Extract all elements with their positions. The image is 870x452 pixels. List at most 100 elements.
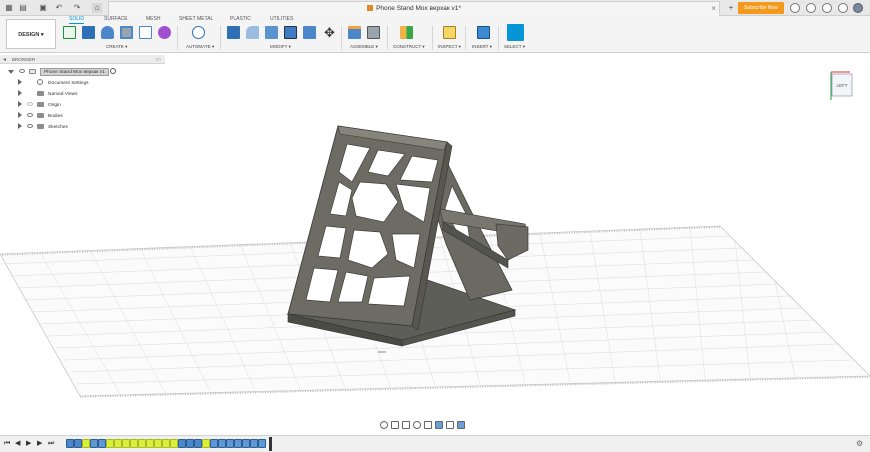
offset-plane-icon[interactable] — [400, 26, 413, 39]
visibility-eye-icon[interactable] — [19, 69, 25, 73]
browser-node-bodies[interactable]: Bodies — [18, 112, 63, 121]
expand-arrow-icon[interactable] — [18, 90, 22, 96]
look-at-icon[interactable] — [402, 421, 410, 429]
viewports-icon[interactable] — [457, 421, 465, 429]
form-icon[interactable] — [158, 26, 171, 39]
timeline-feature-icon[interactable] — [194, 439, 202, 448]
expand-arrow-icon[interactable] — [18, 112, 22, 118]
timeline-feature-icon[interactable] — [154, 439, 162, 448]
group-insert[interactable]: INSERT ▾ — [472, 44, 492, 50]
extrude-icon[interactable] — [82, 26, 95, 39]
user-avatar[interactable] — [853, 3, 863, 13]
tab-sheet-metal[interactable]: SHEET METAL — [179, 16, 213, 22]
group-inspect[interactable]: INSPECT ▾ — [438, 44, 461, 50]
timeline-feature-icon[interactable] — [74, 439, 82, 448]
display-settings-icon[interactable] — [435, 421, 443, 429]
timeline-feature-icon[interactable] — [90, 439, 98, 448]
timeline-feature-icon[interactable] — [178, 439, 186, 448]
pattern-icon[interactable] — [139, 26, 152, 39]
timeline-feature-icon[interactable] — [106, 439, 114, 448]
timeline-feature-icon[interactable] — [146, 439, 154, 448]
notifications-icon[interactable] — [822, 3, 832, 13]
timeline-feature-icon[interactable] — [202, 439, 210, 448]
press-pull-icon[interactable] — [227, 26, 240, 39]
help-icon[interactable] — [838, 3, 848, 13]
fit-icon[interactable] — [424, 421, 432, 429]
step-forward-icon[interactable]: ▶ — [37, 439, 42, 449]
move-icon[interactable]: ✥ — [323, 26, 336, 39]
tab-solid[interactable]: SOLID — [69, 16, 85, 24]
tab-mesh[interactable]: MESH — [146, 16, 160, 22]
play-icon[interactable]: ▶ — [26, 439, 31, 449]
timeline-feature-icon[interactable] — [66, 439, 74, 448]
browser-node-origin[interactable]: Origin — [18, 101, 61, 110]
tab-utilities[interactable]: UTILITIES — [270, 16, 293, 22]
expand-arrow-icon[interactable] — [18, 101, 22, 107]
collapse-browser-icon[interactable]: ◂ — [3, 56, 6, 63]
joint-icon[interactable] — [367, 26, 380, 39]
timeline-feature-icon[interactable] — [122, 439, 130, 448]
workspace-switcher[interactable]: DESIGN ▾ — [6, 19, 56, 49]
grid-settings-icon[interactable] — [446, 421, 454, 429]
group-assemble[interactable]: ASSEMBLE ▾ — [350, 44, 378, 50]
chamfer-icon[interactable] — [265, 26, 278, 39]
browser-node-sketches[interactable]: Sketches — [18, 123, 68, 132]
group-create[interactable]: CREATE ▾ — [106, 44, 127, 50]
timeline-feature-icon[interactable] — [114, 439, 122, 448]
timeline-feature-icon[interactable] — [82, 439, 90, 448]
timeline-feature-icon[interactable] — [186, 439, 194, 448]
new-component-icon[interactable] — [348, 26, 361, 39]
fillet-icon[interactable] — [246, 26, 259, 39]
timeline-marker[interactable] — [269, 437, 272, 451]
browser-root-node[interactable]: Phone Stand Mox верхак v1 — [8, 68, 117, 77]
timeline-feature-icon[interactable] — [234, 439, 242, 448]
timeline-feature-icon[interactable] — [130, 439, 138, 448]
zoom-icon[interactable] — [413, 421, 421, 429]
job-status-icon[interactable] — [806, 3, 816, 13]
timeline-feature-icon[interactable] — [226, 439, 234, 448]
timeline-feature-icon[interactable] — [258, 439, 266, 448]
timeline-feature-icon[interactable] — [138, 439, 146, 448]
file-icon[interactable]: ▤ — [18, 3, 28, 13]
timeline-feature-icon[interactable] — [242, 439, 250, 448]
extensions-icon[interactable] — [790, 3, 800, 13]
skip-end-icon[interactable]: ⏭ — [48, 439, 54, 449]
skip-start-icon[interactable]: ⏮ — [4, 439, 10, 449]
activate-component-icon[interactable] — [110, 68, 117, 74]
3d-viewport[interactable] — [0, 64, 870, 420]
timeline-settings-icon[interactable]: ⚙ — [856, 439, 863, 448]
orbit-icon[interactable] — [380, 421, 388, 429]
group-automate[interactable]: AUTOMATE ▾ — [186, 44, 214, 50]
pin-icon[interactable]: ▭ — [155, 56, 161, 63]
select-icon[interactable] — [507, 24, 524, 41]
expand-arrow-icon[interactable] — [18, 123, 22, 129]
revolve-icon[interactable] — [101, 26, 114, 39]
redo-icon[interactable]: ↷ — [72, 3, 82, 13]
tab-plastic[interactable]: PLASTIC — [230, 16, 251, 22]
combine-icon[interactable] — [303, 26, 316, 39]
subscribe-button[interactable]: Subscribe Now — [738, 2, 784, 14]
home-icon[interactable]: ⌂ — [92, 3, 102, 13]
undo-icon[interactable]: ↶ — [54, 3, 64, 13]
group-construct[interactable]: CONSTRUCT ▾ — [393, 44, 425, 50]
expand-arrow-icon[interactable] — [18, 79, 22, 85]
viewcube[interactable]: LEFT — [826, 66, 858, 106]
shell-icon[interactable] — [284, 26, 297, 39]
timeline-feature-icon[interactable] — [250, 439, 258, 448]
group-select[interactable]: SELECT ▾ — [504, 44, 525, 50]
expand-arrow-icon[interactable] — [8, 70, 14, 74]
timeline-feature-icon[interactable] — [98, 439, 106, 448]
browser-node-named-views[interactable]: Named Views — [18, 90, 78, 99]
insert-image-icon[interactable] — [477, 26, 490, 39]
new-tab-icon[interactable]: + — [726, 3, 736, 13]
visibility-eye-icon[interactable] — [27, 113, 33, 117]
timeline-feature-icon[interactable] — [218, 439, 226, 448]
automate-icon[interactable] — [192, 26, 205, 39]
timeline-feature-icon[interactable] — [162, 439, 170, 448]
visibility-eye-icon[interactable] — [27, 124, 33, 128]
step-back-icon[interactable]: ◀ — [15, 439, 20, 449]
group-modify[interactable]: MODIFY ▾ — [270, 44, 291, 50]
measure-icon[interactable] — [443, 26, 456, 39]
create-sketch-icon[interactable] — [63, 26, 76, 39]
timeline-feature-icon[interactable] — [210, 439, 218, 448]
